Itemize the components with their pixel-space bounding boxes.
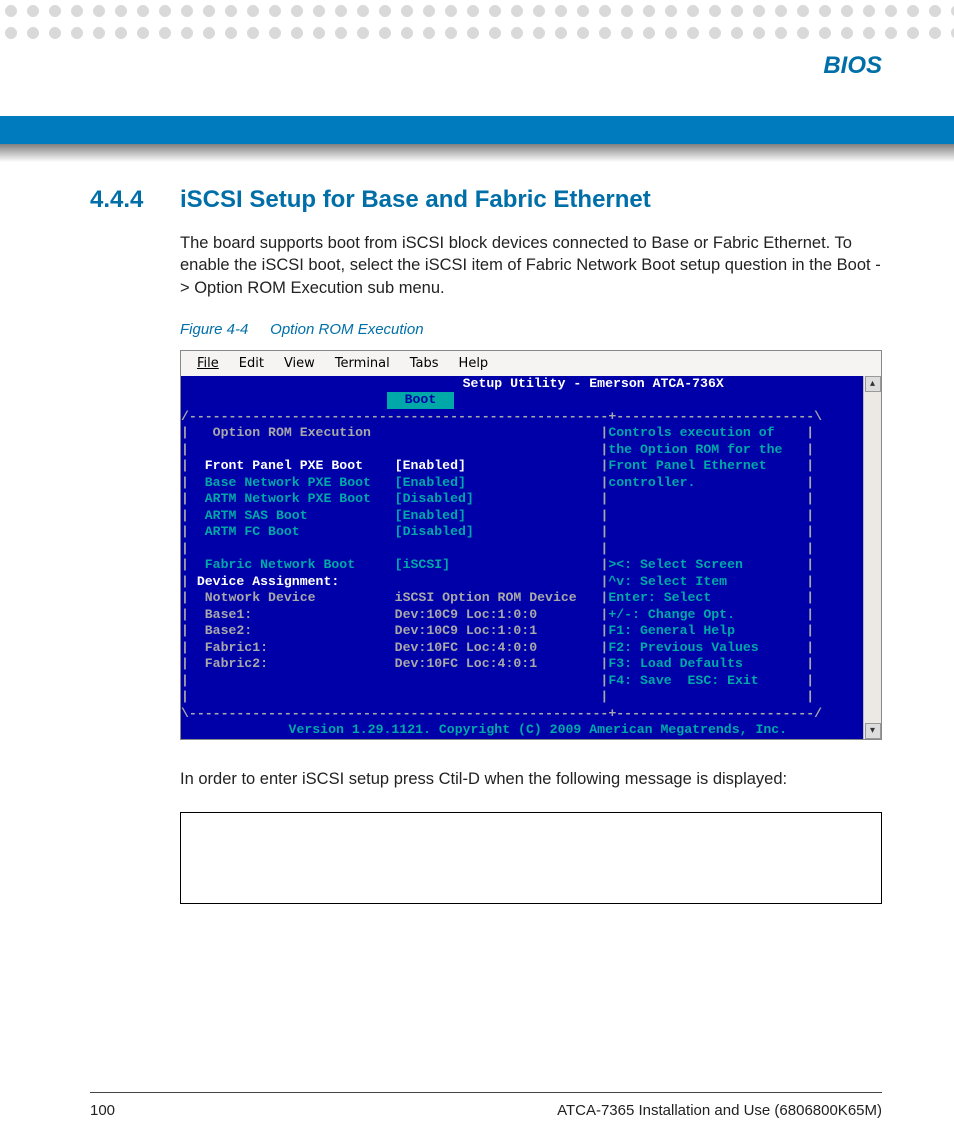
doc-id: ATCA-7365 Installation and Use (6806800K… (557, 1102, 882, 1119)
page-number: 100 (90, 1102, 115, 1119)
section-heading: 4.4.4 iSCSI Setup for Base and Fabric Et… (90, 186, 882, 214)
bios-terminal: Setup Utility - Emerson ATCA-736X Boot /… (181, 376, 863, 739)
page-footer: 100 ATCA-7365 Installation and Use (6806… (90, 1102, 882, 1119)
figure-caption: Figure 4-4 Option ROM Execution (180, 321, 882, 338)
page-content: 4.4.4 iSCSI Setup for Base and Fabric Et… (90, 186, 882, 904)
section-title: iSCSI Setup for Base and Fabric Ethernet (180, 186, 651, 214)
scroll-down-icon[interactable]: ▾ (865, 723, 881, 739)
header-shadow (0, 144, 954, 162)
scrollbar[interactable]: ▴ ▾ (863, 376, 881, 739)
figure-label: Figure 4-4 (180, 321, 266, 338)
footer-rule (90, 1092, 882, 1093)
terminal-menubar: File Edit View Terminal Tabs Help (181, 351, 881, 376)
figure-title: Option ROM Execution (270, 321, 423, 338)
paragraph-2: In order to enter iSCSI setup press Ctil… (180, 768, 882, 790)
header-blue-bar (0, 116, 954, 144)
menu-tabs[interactable]: Tabs (400, 354, 449, 373)
section-number: 4.4.4 (90, 186, 152, 214)
menu-view[interactable]: View (274, 354, 325, 373)
menu-edit[interactable]: Edit (229, 354, 274, 373)
chapter-title: BIOS (823, 52, 882, 80)
bios-screenshot: File Edit View Terminal Tabs Help Setup … (180, 350, 882, 740)
scroll-up-icon[interactable]: ▴ (865, 376, 881, 392)
header-band (0, 48, 954, 112)
message-box (180, 812, 882, 904)
menu-file[interactable]: File (187, 354, 229, 373)
paragraph-1: The board supports boot from iSCSI block… (180, 232, 882, 299)
menu-terminal[interactable]: Terminal (325, 354, 400, 373)
menu-help[interactable]: Help (449, 354, 499, 373)
